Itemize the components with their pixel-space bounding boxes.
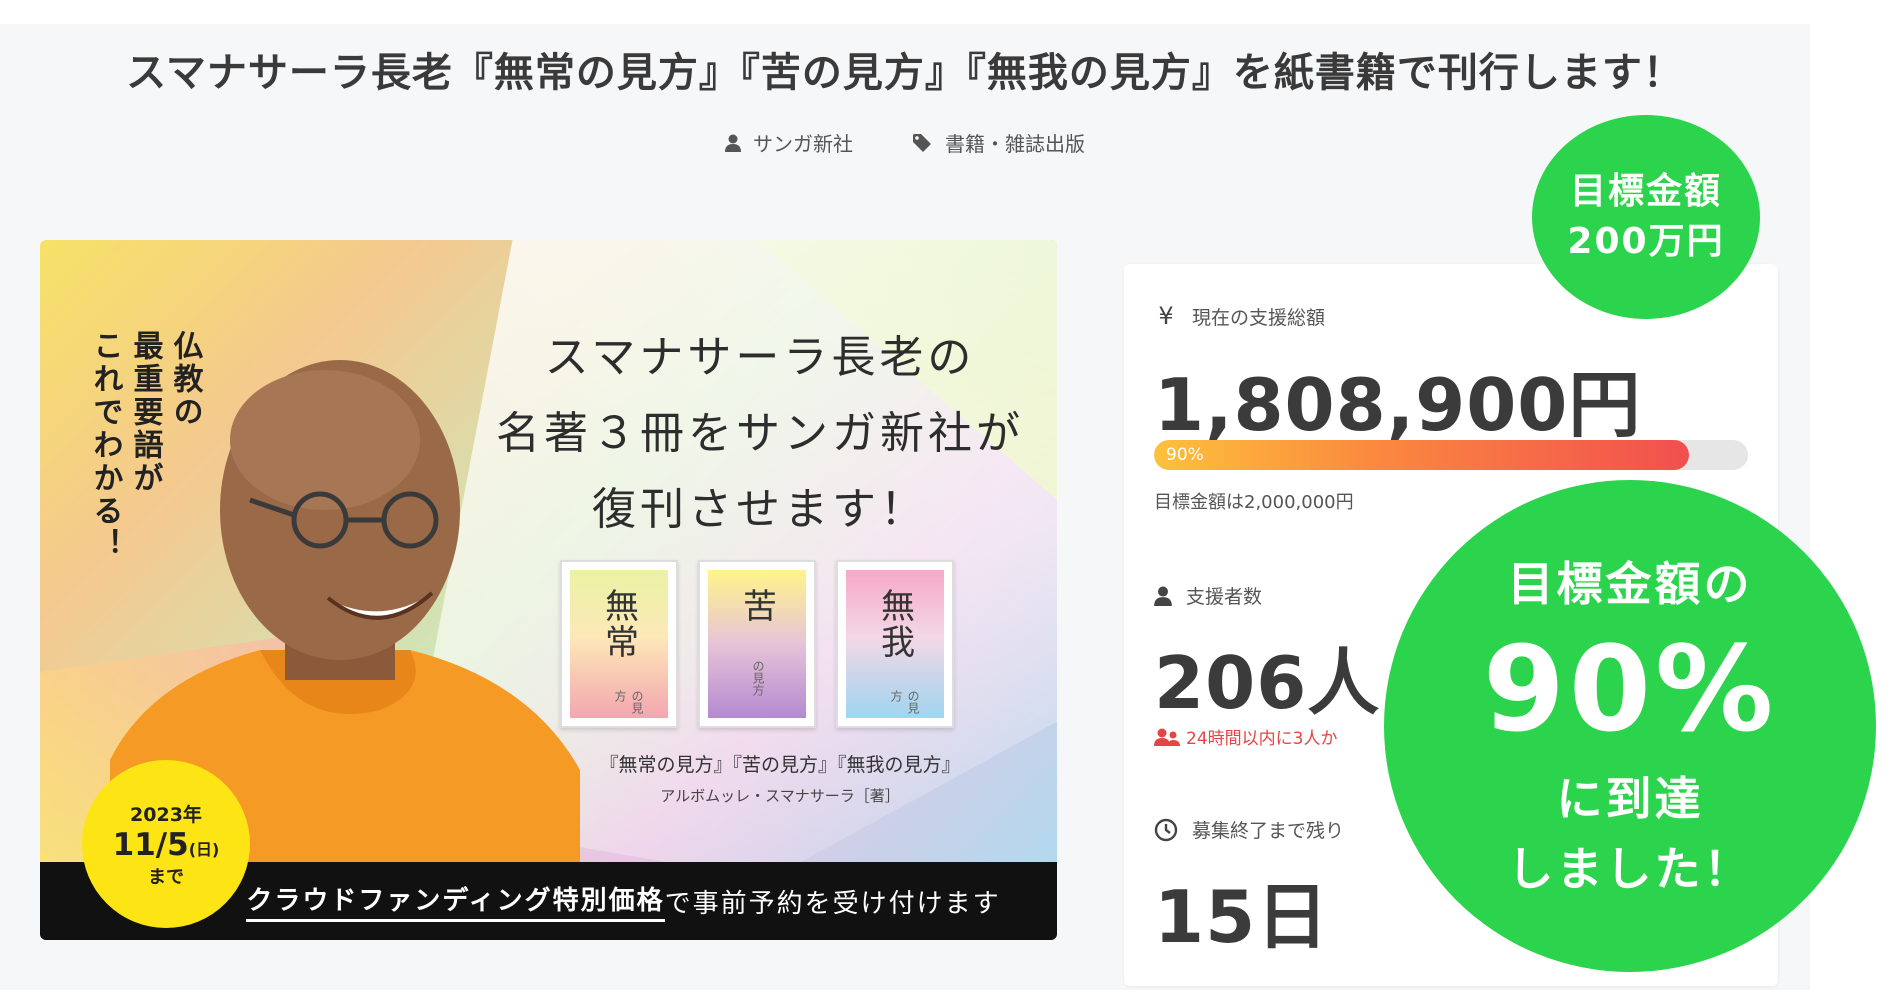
goal-badge-line1: 目標金額 [1569, 171, 1722, 212]
progress-fill: 90% [1154, 440, 1689, 470]
total-amount: 1,808,900円 [1154, 363, 1642, 447]
tag-icon [913, 133, 931, 152]
goal-badge-line2: 200万円 [1567, 221, 1725, 262]
book-title: 無常 [598, 588, 639, 660]
reached-badge-line1: 目標金額の [1507, 557, 1753, 611]
book-title: 苦 [736, 588, 777, 624]
hero-headline: スマナサーラ長老の 名著３冊をサンガ新社が 復刊させます！ [480, 320, 1040, 548]
footer-emphasis: クラウドファンディング特別価格 [246, 880, 665, 922]
remaining-label-row: 募集終了まで残り [1154, 816, 1344, 843]
remaining-label: 募集終了まで残り [1192, 820, 1345, 842]
author-name: サンガ新社 [753, 132, 853, 156]
total-label-row: ¥ 現在の支援総額 [1154, 302, 1325, 330]
book-subtitle: の見方 [751, 660, 765, 696]
deadline-year: 2023年 [130, 803, 202, 826]
book-subtitle: の見方 [889, 690, 920, 714]
user-icon [1154, 586, 1172, 606]
goal-amount-note: 目標金額は2,000,000円 [1154, 492, 1354, 513]
clock-icon [1154, 818, 1178, 841]
book-cover-muga: 無我 の見方 [836, 560, 954, 728]
user-icon [725, 134, 741, 152]
footer-text: で事前予約を受け付けます [664, 888, 1001, 919]
project-meta: サンガ新社 書籍・雑誌出版 [0, 128, 1810, 157]
hero-banner[interactable]: 仏教の 最重要語が これでわかる！ スマナサーラ長老の 名著３冊をサンガ新社が … [40, 240, 1057, 940]
yen-icon: ¥ [1158, 302, 1174, 330]
goal-reached-badge: 目標金額の 90% に到達 しました！ [1384, 480, 1876, 972]
recent-backers-note: 24時間以内に3人か [1154, 724, 1337, 749]
backers-label: 支援者数 [1186, 586, 1263, 608]
progress-label: 90% [1166, 445, 1204, 465]
book-cover-ku: 苦 の見方 [698, 560, 816, 728]
book-covers: 無常 の見方 苦 の見方 無我 の見方 [560, 560, 954, 728]
reached-badge-line4: しました！ [1507, 842, 1753, 896]
book-author-line: アルボムッレ・スマナサーラ［著］ [660, 787, 900, 805]
goal-amount-badge: 目標金額 200万円 [1532, 115, 1760, 319]
book-subtitle: の見方 [613, 690, 644, 714]
deadline-badge: 2023年 11/5(日) まで [82, 760, 250, 928]
deadline-date: 11/5(日) [113, 827, 220, 863]
total-label: 現在の支援総額 [1192, 306, 1326, 329]
progress-bar: 90% [1154, 440, 1748, 470]
hero-headline-line: スマナサーラ長老の [544, 332, 976, 383]
category-link[interactable]: 書籍・雑誌出版 [913, 128, 1085, 157]
hero-headline-line: 名著３冊をサンガ新社が [496, 408, 1024, 459]
backers-label-row: 支援者数 [1154, 582, 1262, 609]
book-title: 無我 [874, 588, 915, 660]
deadline-day: 11/5 [112, 826, 189, 863]
book-cover-mujo: 無常 の見方 [560, 560, 678, 728]
remaining-days: 15日 [1154, 875, 1330, 959]
users-icon [1154, 728, 1180, 746]
category-name: 書籍・雑誌出版 [945, 132, 1085, 156]
hero-headline-line: 復刊させます！ [592, 484, 928, 535]
reached-badge-percent: 90% [1482, 620, 1778, 758]
backers-count: 206人 [1154, 641, 1381, 725]
deadline-suffix: まで [148, 866, 184, 888]
reached-badge-line3: に到達 [1556, 772, 1704, 826]
deadline-weekday: (日) [188, 839, 220, 859]
project-title: スマナサーラ長老『無常の見方』『苦の見方』『無我の見方』を紙書籍で刊行します！ [126, 50, 1684, 96]
author-link[interactable]: サンガ新社 [725, 128, 853, 157]
book-titles-line: 『無常の見方』『苦の見方』『無我の見方』 [599, 754, 961, 776]
recent-backers-text: 24時間以内に3人か [1186, 729, 1338, 749]
